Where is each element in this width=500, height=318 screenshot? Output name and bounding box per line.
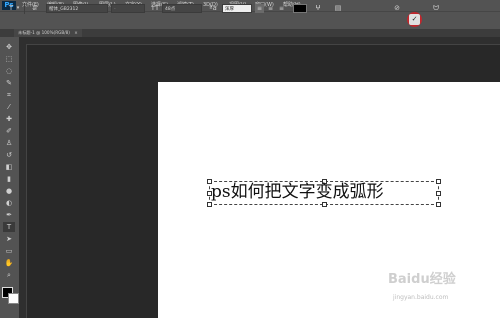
move-icon[interactable]: ✥ bbox=[3, 42, 15, 52]
3d-icon[interactable]: ᗢ bbox=[430, 4, 442, 13]
quick-select-icon[interactable]: ✎ bbox=[3, 78, 15, 88]
align-center-icon[interactable]: ≡ bbox=[266, 4, 275, 13]
align-left-icon[interactable]: ≡ bbox=[255, 4, 264, 13]
document-tab-label: 未标题-1 @ 100%(RGB/8) bbox=[18, 30, 70, 35]
shape-icon[interactable]: ▭ bbox=[3, 246, 15, 256]
eyedropper-icon[interactable]: ⁄ bbox=[3, 102, 15, 112]
toggle-text-orientation-icon[interactable]: ⇵ bbox=[28, 4, 42, 13]
text-color-swatch[interactable] bbox=[293, 4, 307, 13]
path-select-icon[interactable]: ➤ bbox=[3, 234, 15, 244]
pen-icon[interactable]: ✒ bbox=[3, 210, 15, 220]
canvas-text-layer[interactable]: ps如何把文字变成弧形 bbox=[211, 180, 384, 204]
ruler-horizontal bbox=[19, 37, 500, 45]
hand-icon[interactable]: ✋ bbox=[3, 258, 15, 268]
font-style-select[interactable]: - bbox=[111, 4, 145, 13]
history-brush-icon[interactable]: ↺ bbox=[3, 150, 15, 160]
marquee-icon[interactable]: ⬚ bbox=[3, 54, 15, 64]
close-icon[interactable]: × bbox=[74, 30, 78, 35]
transform-handle[interactable] bbox=[436, 179, 441, 184]
eraser-icon[interactable]: ◧ bbox=[3, 162, 15, 172]
font-family-select[interactable]: 楷体_GB2312 bbox=[46, 4, 108, 13]
healing-icon[interactable]: ✚ bbox=[3, 114, 15, 124]
cancel-icon[interactable]: ⊘ bbox=[392, 4, 402, 13]
stamp-icon[interactable]: ♙ bbox=[3, 138, 15, 148]
watermark-url: jingyan.baidu.com bbox=[393, 294, 449, 301]
watermark-logo: Baidu经验 bbox=[388, 272, 456, 287]
brush-icon[interactable]: ✐ bbox=[3, 126, 15, 136]
transform-handle[interactable] bbox=[436, 202, 441, 207]
chevron-down-icon[interactable]: ▾ bbox=[15, 4, 21, 13]
dodge-icon[interactable]: ◐ bbox=[3, 198, 15, 208]
antialias-icon: ªa bbox=[209, 4, 217, 12]
warp-text-icon[interactable]: ⵖ bbox=[312, 4, 324, 13]
zoom-icon[interactable]: ⌕ bbox=[3, 270, 15, 280]
document-tab[interactable]: 未标题-1 @ 100%(RGB/8) × bbox=[14, 29, 82, 37]
ruler-vertical bbox=[19, 44, 27, 318]
antialias-select[interactable]: 浑厚 bbox=[222, 4, 252, 13]
align-right-icon[interactable]: ≡ bbox=[277, 4, 286, 13]
font-size-select[interactable]: 48点 bbox=[162, 4, 202, 13]
lasso-icon[interactable]: ◌ bbox=[3, 66, 15, 76]
separator bbox=[24, 3, 25, 14]
character-panel-icon[interactable]: ▤ bbox=[332, 4, 344, 13]
blur-icon[interactable]: ● bbox=[3, 186, 15, 196]
gradient-icon[interactable]: ▮ bbox=[3, 174, 15, 184]
font-size-icon: ᴛT bbox=[150, 4, 160, 12]
background-color-swatch[interactable] bbox=[8, 293, 19, 304]
transform-handle[interactable] bbox=[436, 191, 441, 196]
crop-icon[interactable]: ⌗ bbox=[3, 90, 15, 100]
commit-check-icon[interactable]: ✓ bbox=[409, 14, 420, 25]
type-icon[interactable]: T bbox=[3, 222, 15, 232]
options-bar bbox=[0, 11, 500, 30]
